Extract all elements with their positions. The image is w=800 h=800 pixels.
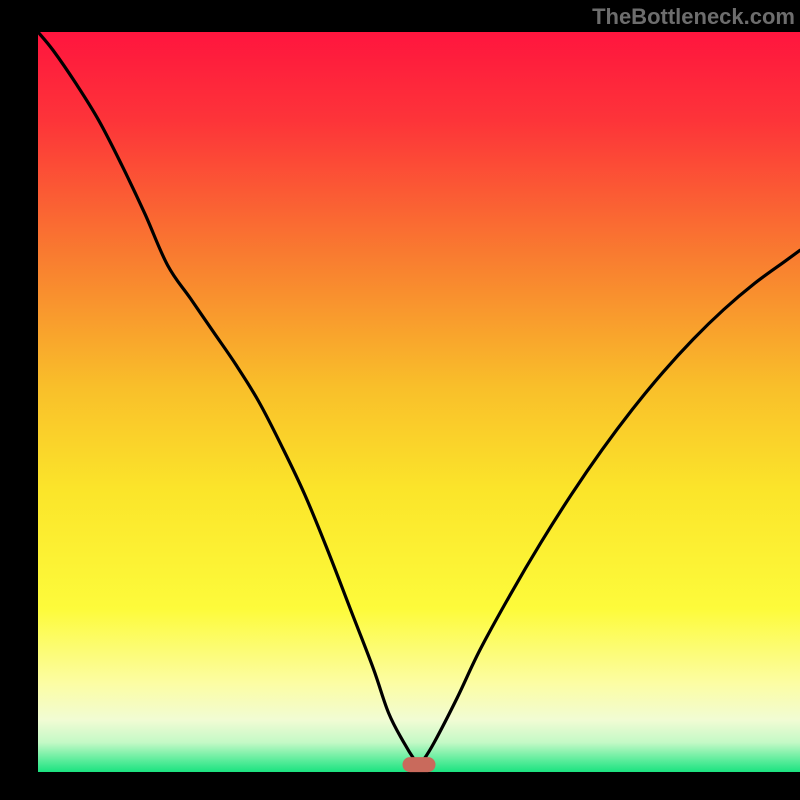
- attribution-text: TheBottleneck.com: [592, 4, 795, 29]
- plot-area: [38, 32, 800, 772]
- optimal-marker: [403, 758, 435, 772]
- bottleneck-chart: TheBottleneck.com: [0, 0, 800, 800]
